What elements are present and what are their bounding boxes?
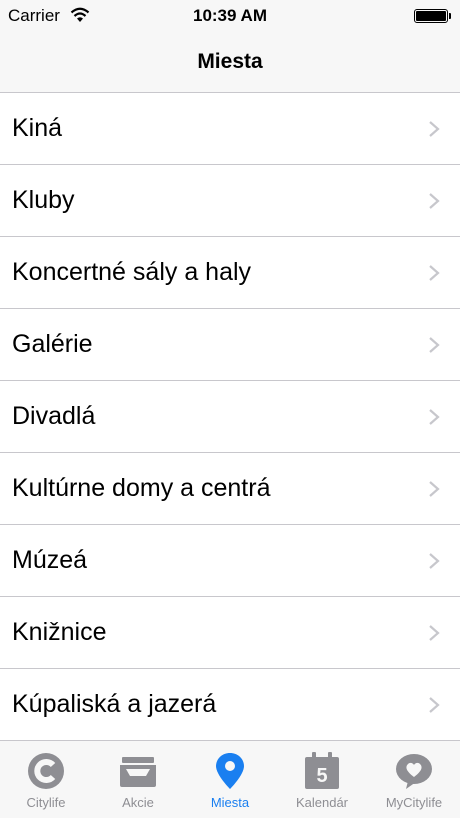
tab-bar: Citylife Akcie Miesta 5 Kalendár MyCityl… [0,740,460,818]
list-item-label: Kiná [12,114,63,142]
tab-label: MyCitylife [385,795,443,810]
chevron-right-icon [429,337,440,353]
tab-citylife[interactable]: Citylife [0,741,92,818]
list-item-label: Divadlá [12,402,96,430]
chevron-right-icon [429,481,440,497]
list-item[interactable]: Kluby [0,165,460,237]
tab-miesta[interactable]: Miesta [184,741,276,818]
chevron-right-icon [429,625,440,641]
tab-label: Kalendár [295,795,349,810]
tab-mycitylife[interactable]: MyCitylife [368,741,460,818]
tab-akcie[interactable]: Akcie [92,741,184,818]
list-item[interactable]: Kultúrne domy a centrá [0,453,460,525]
calendar-icon: 5 [305,752,339,789]
places-list: Kiná Kluby Koncertné sály a haly Galérie… [0,93,460,741]
list-item-label: Galérie [12,330,93,358]
list-item[interactable]: Kiná [0,93,460,165]
calendar-day: 5 [316,765,327,787]
page-title: Miesta [197,50,263,73]
list-item[interactable]: Knižnice [0,597,460,669]
status-bar: Carrier 10:39 AM [0,0,460,32]
list-item[interactable]: Divadlá [0,381,460,453]
battery-fill [416,11,446,21]
chevron-right-icon [429,409,440,425]
list-item-label: Kúpaliská a jazerá [12,690,217,718]
list-item-label: Kultúrne domy a centrá [12,474,271,502]
tab-label: Citylife [26,795,66,810]
list-item-label: Knižnice [12,618,107,646]
chevron-right-icon [429,121,440,137]
location-pin-icon [216,753,244,789]
list-item-label: Koncertné sály a haly [12,258,252,286]
list-item-label: Kluby [12,186,75,214]
list-item[interactable]: Koncertné sály a haly [0,237,460,309]
list-item[interactable]: Kúpaliská a jazerá [0,669,460,741]
tab-label: Akcie [122,795,154,810]
list-item[interactable]: Galérie [0,309,460,381]
chevron-right-icon [429,193,440,209]
navigation-bar: Miesta [0,32,460,93]
status-time: 10:39 AM [192,6,267,25]
list-item-label: Múzeá [12,546,88,574]
chevron-right-icon [429,265,440,281]
chevron-right-icon [429,553,440,569]
inbox-tray-icon [120,757,156,787]
tab-kalendar[interactable]: 5 Kalendár [276,741,368,818]
tab-label: Miesta [210,795,250,810]
citylife-logo-icon [28,753,64,789]
heart-bubble-icon [396,754,432,789]
list-item[interactable]: Múzeá [0,525,460,597]
chevron-right-icon [429,697,440,713]
battery-icon [414,9,451,23]
